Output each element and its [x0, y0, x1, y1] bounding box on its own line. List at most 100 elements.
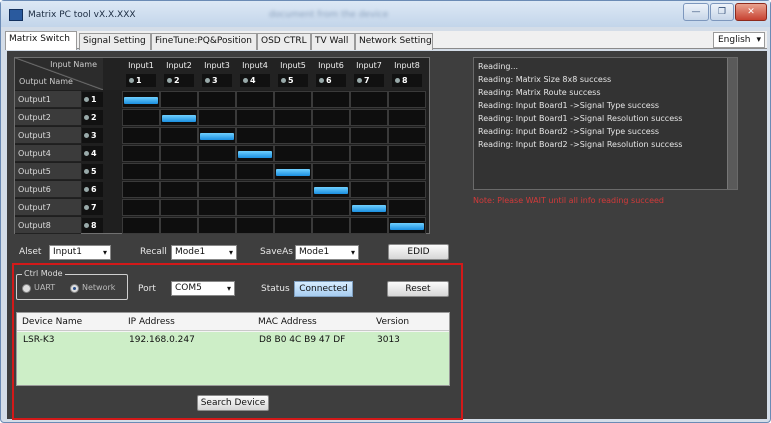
matrix-cell-out8-in6[interactable] — [312, 217, 350, 234]
matrix-cell-out1-in1[interactable] — [122, 91, 160, 108]
matrix-cell-out3-in2[interactable] — [160, 127, 198, 144]
input-label: Input3 — [204, 61, 230, 70]
matrix-cell-out1-in7[interactable] — [350, 91, 388, 108]
matrix-cell-out3-in4[interactable] — [236, 127, 274, 144]
matrix-cell-out3-in6[interactable] — [312, 127, 350, 144]
matrix-cell-out5-in3[interactable] — [198, 163, 236, 180]
matrix-cell-out8-in4[interactable] — [236, 217, 274, 234]
matrix-cell-out6-in8[interactable] — [388, 181, 426, 198]
matrix-cell-out7-in8[interactable] — [388, 199, 426, 216]
tab-network-setting[interactable]: Network Setting — [355, 33, 433, 50]
matrix-cell-out6-in5[interactable] — [274, 181, 312, 198]
matrix-cell-out8-in8[interactable] — [388, 217, 426, 234]
status-dot-icon — [357, 78, 362, 83]
matrix-cell-out8-in2[interactable] — [160, 217, 198, 234]
input-column-5[interactable]: Input5 5 — [274, 58, 312, 90]
matrix-cell-out3-in8[interactable] — [388, 127, 426, 144]
language-select[interactable]: English ▾ — [713, 32, 765, 48]
matrix-cell-out3-in3[interactable] — [198, 127, 236, 144]
close-button[interactable]: ✕ — [735, 3, 767, 21]
input-number: 6 — [316, 74, 346, 87]
input-column-6[interactable]: Input6 6 — [312, 58, 350, 90]
tab-osd-ctrl[interactable]: OSD CTRL — [257, 33, 311, 50]
uart-radio[interactable] — [22, 284, 31, 293]
saveas-select[interactable]: Mode1 ▾ — [295, 245, 359, 260]
matrix-cell-out6-in7[interactable] — [350, 181, 388, 198]
tab-tv-wall[interactable]: TV Wall — [311, 33, 355, 50]
edid-button[interactable]: EDID — [388, 244, 449, 260]
matrix-cell-out8-in1[interactable] — [122, 217, 160, 234]
connection-status-badge: Connected — [294, 281, 353, 297]
matrix-cell-out2-in5[interactable] — [274, 109, 312, 126]
minimize-button[interactable]: — — [683, 3, 709, 21]
port-select[interactable]: COM5 ▾ — [171, 281, 235, 296]
matrix-cell-out6-in2[interactable] — [160, 181, 198, 198]
allset-select[interactable]: Input1 ▾ — [49, 245, 111, 260]
network-radio[interactable] — [70, 284, 79, 293]
matrix-cell-out7-in3[interactable] — [198, 199, 236, 216]
reset-button[interactable]: Reset — [387, 281, 449, 297]
matrix-cell-out1-in8[interactable] — [388, 91, 426, 108]
matrix-cell-out4-in6[interactable] — [312, 145, 350, 162]
matrix-cell-out6-in4[interactable] — [236, 181, 274, 198]
tab-finetune[interactable]: FineTune:PQ&Position — [151, 33, 257, 50]
matrix-cell-out2-in2[interactable] — [160, 109, 198, 126]
matrix-cell-out5-in6[interactable] — [312, 163, 350, 180]
matrix-cell-out7-in4[interactable] — [236, 199, 274, 216]
matrix-cell-out7-in5[interactable] — [274, 199, 312, 216]
matrix-cell-out4-in2[interactable] — [160, 145, 198, 162]
matrix-cell-out5-in1[interactable] — [122, 163, 160, 180]
matrix-cell-out5-in7[interactable] — [350, 163, 388, 180]
matrix-cell-out3-in7[interactable] — [350, 127, 388, 144]
matrix-cell-out2-in4[interactable] — [236, 109, 274, 126]
input-column-3[interactable]: Input3 3 — [198, 58, 236, 90]
matrix-cell-out1-in3[interactable] — [198, 91, 236, 108]
matrix-cell-out5-in5[interactable] — [274, 163, 312, 180]
search-device-button[interactable]: Search Device — [197, 395, 269, 411]
matrix-cell-out4-in1[interactable] — [122, 145, 160, 162]
input-number: 3 — [202, 74, 232, 87]
matrix-cell-out7-in7[interactable] — [350, 199, 388, 216]
matrix-cell-out2-in1[interactable] — [122, 109, 160, 126]
matrix-cell-out5-in8[interactable] — [388, 163, 426, 180]
matrix-cell-out4-in7[interactable] — [350, 145, 388, 162]
matrix-cell-out2-in7[interactable] — [350, 109, 388, 126]
matrix-cell-out6-in1[interactable] — [122, 181, 160, 198]
recall-select[interactable]: Mode1 ▾ — [171, 245, 237, 260]
maximize-button[interactable]: ❐ — [710, 3, 734, 21]
log-scrollbar[interactable] — [727, 58, 737, 189]
tab-signal-setting[interactable]: Signal Setting — [79, 33, 151, 50]
matrix-cell-out2-in3[interactable] — [198, 109, 236, 126]
matrix-cell-out8-in5[interactable] — [274, 217, 312, 234]
input-column-2[interactable]: Input2 2 — [160, 58, 198, 90]
matrix-cell-out2-in6[interactable] — [312, 109, 350, 126]
matrix-cell-out7-in6[interactable] — [312, 199, 350, 216]
matrix-cell-out4-in3[interactable] — [198, 145, 236, 162]
matrix-cell-out1-in5[interactable] — [274, 91, 312, 108]
matrix-cell-out3-in1[interactable] — [122, 127, 160, 144]
input-column-7[interactable]: Input7 7 — [350, 58, 388, 90]
matrix-cell-out1-in6[interactable] — [312, 91, 350, 108]
matrix-cell-out5-in4[interactable] — [236, 163, 274, 180]
input-column-8[interactable]: Input8 8 — [388, 58, 426, 90]
matrix-cell-out4-in5[interactable] — [274, 145, 312, 162]
saveas-value: Mode1 — [299, 247, 330, 257]
output-number: 2 — [82, 110, 103, 125]
matrix-cell-out6-in3[interactable] — [198, 181, 236, 198]
matrix-cell-out7-in1[interactable] — [122, 199, 160, 216]
input-column-4[interactable]: Input4 4 — [236, 58, 274, 90]
matrix-cell-out4-in8[interactable] — [388, 145, 426, 162]
matrix-cell-out3-in5[interactable] — [274, 127, 312, 144]
matrix-cell-out8-in7[interactable] — [350, 217, 388, 234]
matrix-cell-out1-in2[interactable] — [160, 91, 198, 108]
input-column-1[interactable]: Input1 1 — [122, 58, 160, 90]
matrix-cell-out8-in3[interactable] — [198, 217, 236, 234]
matrix-cell-out4-in4[interactable] — [236, 145, 274, 162]
matrix-cell-out6-in6[interactable] — [312, 181, 350, 198]
matrix-cell-out1-in4[interactable] — [236, 91, 274, 108]
matrix-cell-out7-in2[interactable] — [160, 199, 198, 216]
tab-matrix-switch[interactable]: Matrix Switch — [5, 31, 77, 50]
matrix-cell-out2-in8[interactable] — [388, 109, 426, 126]
log-line: Reading: Input Board2 ->Signal Resolutio… — [478, 140, 683, 149]
matrix-cell-out5-in2[interactable] — [160, 163, 198, 180]
